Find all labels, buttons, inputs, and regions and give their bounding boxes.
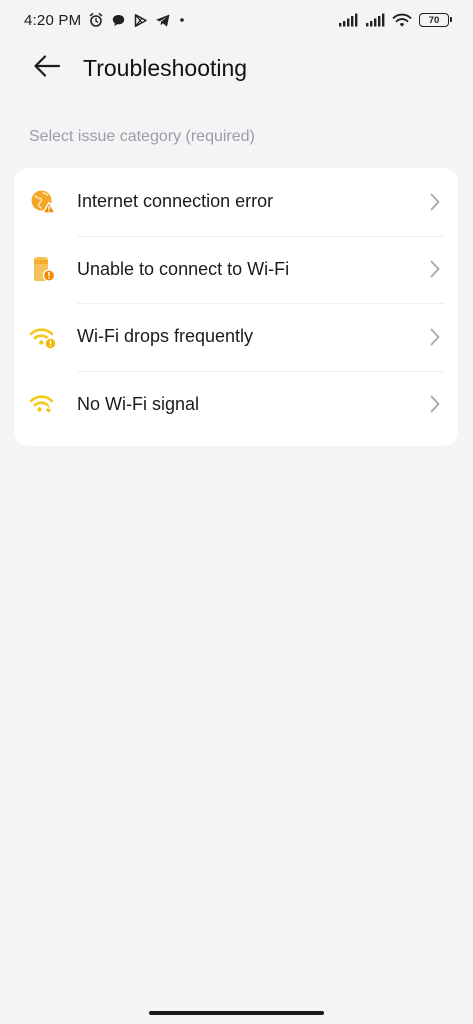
list-item-label: Unable to connect to Wi-Fi	[77, 258, 290, 279]
signal-bars-icon	[365, 13, 385, 27]
globe-warning-icon	[28, 187, 58, 217]
troubleshooting-screen: 4:20 PM 70 Troubleshooting Select issue …	[0, 0, 473, 1024]
telegram-icon	[155, 13, 171, 28]
status-bar: 4:20 PM 70	[0, 0, 473, 40]
router-warning-icon	[28, 254, 58, 284]
list-item-label: Internet connection error	[77, 191, 274, 212]
chat-bubble-icon	[111, 13, 126, 28]
alarm-clock-icon	[88, 12, 104, 28]
chevron-right-icon	[428, 259, 442, 279]
play-store-icon	[133, 13, 148, 28]
issue-category-list: Internet connection error Unable to conn…	[14, 168, 458, 446]
status-left: 4:20 PM	[24, 12, 186, 29]
wifi-bolt-icon	[28, 389, 58, 419]
home-indicator[interactable]	[149, 1011, 324, 1015]
battery-icon: 70	[419, 13, 452, 27]
header: Troubleshooting	[0, 44, 473, 92]
list-item-label: No Wi-Fi signal	[77, 393, 200, 414]
chevron-right-icon	[428, 394, 442, 414]
dot-icon	[178, 16, 186, 24]
list-item-label: Wi-Fi drops frequently	[77, 326, 254, 347]
list-item-internet-connection-error[interactable]: Internet connection error	[14, 168, 458, 236]
section-label: Select issue category (required)	[29, 128, 255, 145]
wifi-warning-icon	[28, 322, 58, 352]
chevron-right-icon	[428, 192, 442, 212]
list-item-no-wifi-signal[interactable]: No Wi-Fi signal	[14, 370, 458, 439]
status-right: 70	[338, 13, 452, 28]
gesture-nav-bar	[0, 1002, 473, 1024]
page-title: Troubleshooting	[83, 54, 248, 81]
arrow-left-icon	[33, 54, 61, 83]
chevron-right-icon	[428, 327, 442, 347]
wifi-icon	[392, 13, 412, 28]
signal-bars-icon	[338, 13, 358, 27]
list-item-unable-to-connect-wifi[interactable]: Unable to connect to Wi-Fi	[14, 235, 458, 304]
list-item-wifi-drops-frequently[interactable]: Wi-Fi drops frequently	[14, 303, 458, 371]
status-time: 4:20 PM	[24, 11, 82, 29]
back-button[interactable]	[27, 48, 67, 88]
